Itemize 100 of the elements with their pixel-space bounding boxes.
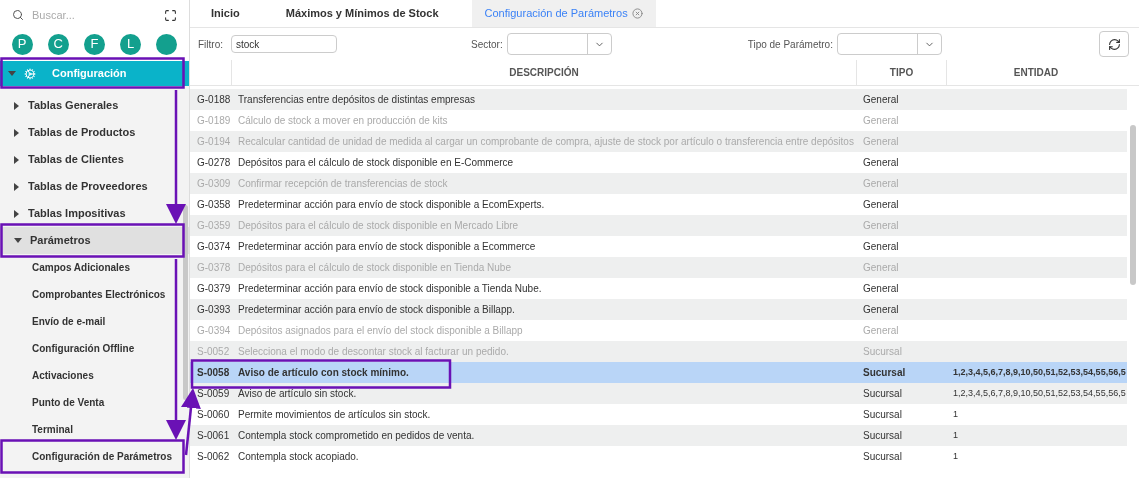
table-cell-text: G-0189 bbox=[196, 114, 232, 128]
table-cell-text: Confirmar recepción de transferencias de stock bbox=[237, 177, 449, 191]
table-cell-text: S-0059 bbox=[196, 387, 231, 401]
table-cell-text: General bbox=[862, 135, 900, 149]
table-cell-text: General bbox=[862, 261, 900, 275]
table-cell-text: Depósitos para el cálculo de stock disponible en E-Commerce bbox=[237, 156, 515, 170]
table-row[interactable]: S-0059 Aviso de artículo sin stock. Sucursal 1,2,3,4,5,6,7,8,9,10,50,51,52,53,54,55,56,5 bbox=[190, 383, 1127, 404]
table-cell-text: 1 bbox=[952, 407, 958, 421]
table-cell-text: Sucursal bbox=[862, 366, 907, 380]
table-cell-text: General bbox=[862, 156, 900, 170]
table-cell-text: Sucursal bbox=[862, 387, 903, 401]
shortcut-button[interactable] bbox=[156, 33, 178, 55]
scrollbar[interactable] bbox=[183, 205, 188, 400]
table-cell-text: General bbox=[862, 240, 900, 254]
caret-right-icon bbox=[14, 209, 20, 218]
table-cell-text: G-0394 bbox=[196, 324, 232, 338]
refresh-button[interactable] bbox=[1099, 31, 1129, 57]
table-cell-text: General bbox=[862, 282, 900, 296]
tree-item[interactable]: Tablas de Productos bbox=[0, 119, 189, 146]
table-cell-text: Predeterminar acción para envío de stock disponible a Billapp. bbox=[237, 303, 516, 317]
filter-label: Filtro: bbox=[198, 37, 223, 52]
table-cell-text: Aviso de artículo con stock mínimo. bbox=[237, 366, 410, 380]
table-row[interactable]: S-0058 Aviso de artículo con stock mínimo. Sucursal 1,2,3,4,5,6,7,8,9,10,50,51,52,53,54,55,56,5 bbox=[190, 362, 1127, 383]
table-cell-text: Transferencias entre depósitos de distintas empresas bbox=[237, 93, 476, 107]
table-cell-text: Sucursal bbox=[862, 450, 903, 464]
tree-item[interactable]: Campos Adicionales bbox=[32, 260, 130, 275]
filter-field[interactable]: stock bbox=[231, 35, 337, 53]
table-cell-text: General bbox=[862, 324, 900, 338]
table-cell-text: Depósitos para el cálculo de stock disponible en Mercado Libre bbox=[237, 219, 520, 233]
tree-item[interactable]: Terminal bbox=[32, 422, 73, 437]
tree-item[interactable]: Parámetros bbox=[0, 227, 189, 254]
table-row[interactable]: S-0061 Contempla stock comprometido en pedidos de venta. Sucursal 1 bbox=[190, 425, 1127, 446]
tree-item[interactable]: Comprobantes Electrónicos bbox=[32, 287, 166, 302]
table-cell-text: Depósitos para el cálculo de stock disponible en Tienda Nube bbox=[237, 261, 512, 275]
tree-item[interactable]: Configuración Offline bbox=[32, 341, 135, 356]
tree-item[interactable]: Envío de e-mail bbox=[32, 314, 106, 329]
tree-item[interactable]: Tablas de Proveedores bbox=[0, 173, 189, 200]
table-cell-text: 1,2,3,4,5,6,7,8,9,10,50,51,52,53,54,55,56,5 bbox=[952, 386, 1126, 400]
tab[interactable]: Máximos y Mínimos de Stock bbox=[272, 0, 452, 27]
search-icon bbox=[12, 9, 24, 21]
gear-icon bbox=[24, 67, 36, 80]
table-cell-text: G-0194 bbox=[196, 135, 232, 149]
column-header[interactable]: DESCRIPCIÓN bbox=[232, 60, 857, 85]
table-cell-text: G-0393 bbox=[196, 303, 232, 317]
table-cell-text: Recalcular cantidad de unidad de medida al cargar un comprobante de compra, ajuste de stock por artículo o transferencia entre depósitos bbox=[237, 135, 855, 149]
tree-item[interactable]: Tablas de Clientes bbox=[0, 146, 189, 173]
column-header[interactable]: TIPO bbox=[857, 60, 947, 85]
table-cell-text: 1,2,3,4,5,6,7,8,9,10,50,51,52,53,54,55,56,5 bbox=[952, 365, 1126, 379]
table-cell-text: Sucursal bbox=[862, 345, 903, 359]
table-cell-text: Permite movimientos de artículos sin stock. bbox=[237, 408, 432, 422]
table-cell-text: Predeterminar acción para envío de stock disponible a EcomExperts. bbox=[237, 198, 546, 212]
sector-label: Sector: bbox=[471, 37, 503, 52]
table-cell-text: Selecciona el modo de descontar stock al facturar un pedido. bbox=[237, 345, 510, 359]
table-cell-text: General bbox=[862, 177, 900, 191]
fullscreen-icon[interactable] bbox=[164, 8, 177, 22]
tree-item[interactable]: Punto de Venta bbox=[32, 395, 105, 410]
type-label: Tipo de Parámetro: bbox=[747, 37, 833, 52]
table-cell-text: S-0060 bbox=[196, 408, 231, 422]
table-cell-text: General bbox=[862, 303, 900, 317]
table-cell-text: G-0359 bbox=[196, 219, 232, 233]
tab[interactable]: Inicio bbox=[198, 0, 253, 27]
table-row[interactable]: G-0393 Predeterminar acción para envío de stock disponible a Billapp. General bbox=[190, 299, 1127, 320]
caret-right-icon bbox=[14, 182, 20, 191]
scrollbar[interactable] bbox=[1130, 125, 1136, 285]
refresh-icon bbox=[1107, 37, 1121, 51]
tree-item[interactable]: Activaciones bbox=[32, 368, 94, 383]
close-icon[interactable] bbox=[631, 7, 643, 19]
table-cell-text: General bbox=[862, 198, 900, 212]
search-field[interactable]: Buscar... bbox=[32, 6, 156, 24]
caret-right-icon bbox=[14, 128, 20, 137]
caret-down-icon bbox=[14, 237, 22, 244]
table-cell-text: Predeterminar acción para envío de stock disponible a Tienda Nube. bbox=[237, 282, 543, 296]
table-cell-text: General bbox=[862, 114, 900, 128]
table-cell-text: S-0058 bbox=[196, 366, 231, 380]
table-cell-text: Depósitos asignados para el envío del stock disponible a Billapp bbox=[237, 324, 524, 338]
table-cell-text: Contempla stock comprometido en pedidos de venta. bbox=[237, 429, 476, 443]
table-cell-text: General bbox=[862, 93, 900, 107]
tree-item[interactable]: Configuración de Parámetros bbox=[32, 449, 173, 464]
table-cell-text: S-0052 bbox=[196, 345, 231, 359]
caret-down-icon bbox=[8, 70, 16, 77]
table-cell-text: S-0062 bbox=[196, 450, 231, 464]
table-cell-text: G-0379 bbox=[196, 282, 232, 296]
table-cell-text: Contempla stock acopiado. bbox=[237, 450, 360, 464]
section-label: Configuración bbox=[52, 66, 127, 82]
table-cell-text: 1 bbox=[952, 428, 958, 442]
table-cell-text: G-0358 bbox=[196, 198, 232, 212]
table-cell-text: General bbox=[862, 219, 900, 233]
table-cell-text: 1 bbox=[952, 449, 958, 463]
table-cell-text: Aviso de artículo sin stock. bbox=[237, 387, 358, 401]
column-header[interactable]: ENTIDAD bbox=[947, 60, 1125, 85]
caret-right-icon bbox=[14, 101, 20, 110]
tree-item[interactable]: Tablas Generales bbox=[0, 92, 189, 119]
table-cell-text: G-0374 bbox=[196, 240, 232, 254]
table-cell-text: Sucursal bbox=[862, 429, 903, 443]
table-row[interactable]: G-0188 Transferencias entre depósitos de distintas empresas General bbox=[190, 89, 1127, 110]
table-cell-text: G-0309 bbox=[196, 177, 232, 191]
table-cell-text: G-0378 bbox=[196, 261, 232, 275]
tree-item[interactable]: Tablas Impositivas bbox=[0, 200, 189, 227]
table-cell-text: S-0061 bbox=[196, 429, 231, 443]
table-cell-text: G-0188 bbox=[196, 93, 232, 107]
